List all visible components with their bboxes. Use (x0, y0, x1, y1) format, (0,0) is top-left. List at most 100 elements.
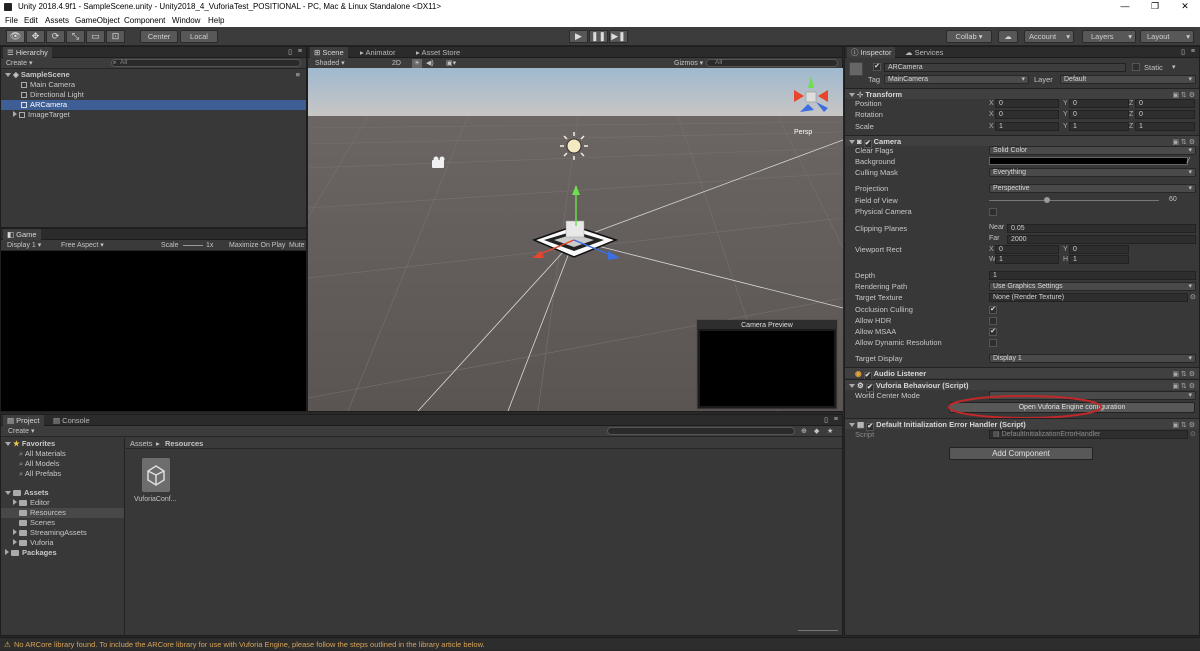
step-button-icon[interactable]: ▶❚ (609, 30, 628, 43)
allow-dynamic-resolution-checkbox[interactable] (989, 339, 997, 347)
eyedropper-icon[interactable]: ⁄ (1188, 156, 1189, 165)
layers-dropdown[interactable]: Layers ▾ (1082, 30, 1136, 43)
viewport-w-field[interactable]: 1 (995, 255, 1059, 264)
rotation-z-field[interactable]: 0 (1135, 110, 1195, 119)
close-button[interactable]: ✕ (1170, 0, 1200, 14)
scale-x-field[interactable]: 1 (995, 122, 1059, 131)
favorite-item[interactable]: ⌕ All Prefabs (1, 469, 124, 479)
object-active-checkbox[interactable]: ✔ (873, 63, 881, 71)
asset-folder-row[interactable]: StreamingAssets (1, 528, 124, 538)
asset-folder-row-selected[interactable]: Resources (1, 508, 124, 518)
breadcrumb-assets[interactable]: Assets (130, 438, 153, 449)
menu-component[interactable]: Component (124, 14, 165, 27)
panel-menu-icon[interactable]: ≡ (298, 48, 302, 55)
audio-listener-header[interactable]: ◉ ✔ Audio Listener ▣ ⇅ ⚙ (845, 367, 1199, 380)
allow-msaa-checkbox[interactable]: ✔ (989, 328, 997, 336)
expand-arrow-icon[interactable] (5, 491, 11, 495)
favorites-row[interactable]: ★ Favorites (1, 439, 124, 449)
hand-tool-icon[interactable]: 👁 (6, 30, 25, 43)
game-scale-slider[interactable] (183, 245, 203, 246)
static-checkbox[interactable] (1132, 63, 1140, 71)
rotate-tool-icon[interactable]: ⟳ (46, 30, 65, 43)
transform-tool-icon[interactable]: ⊡ (106, 30, 125, 43)
panel-lock-icon[interactable]: ▯ (288, 48, 292, 56)
menu-window[interactable]: Window (172, 14, 200, 27)
camera-component-header[interactable]: ◙ ✔ Camera ▣ ⇅ ⚙ (845, 135, 1199, 148)
transform-component-header[interactable]: ⊹ Transform ▣ ⇅ ⚙ (845, 88, 1199, 99)
assets-root-row[interactable]: Assets (1, 488, 124, 498)
rect-tool-icon[interactable]: ▭ (86, 30, 105, 43)
collapsed-arrow-icon[interactable] (13, 539, 17, 545)
favorite-item[interactable]: ⌕ All Models (1, 459, 124, 469)
position-y-field[interactable]: 0 (1069, 99, 1129, 108)
maximize-on-play-toggle[interactable]: Maximize On Play (229, 240, 285, 251)
physical-camera-checkbox[interactable] (989, 208, 997, 216)
filter-by-type-icon[interactable]: ⊕ (801, 426, 807, 437)
viewport-h-field[interactable]: 1 (1069, 255, 1129, 264)
scale-tool-icon[interactable]: ⤡ (66, 30, 85, 43)
viewport-x-field[interactable]: 0 (995, 245, 1059, 254)
collapsed-arrow-icon[interactable] (13, 111, 17, 117)
viewport-y-field[interactable]: 0 (1069, 245, 1129, 254)
project-create-button[interactable]: Create ▾ (8, 426, 34, 437)
menu-help[interactable]: Help (208, 14, 224, 27)
lighting-toggle-icon[interactable]: ☀ (412, 59, 422, 68)
pause-button-icon[interactable]: ❚❚ (589, 30, 608, 43)
account-dropdown[interactable]: Account ▾ (1024, 30, 1074, 43)
hierarchy-search-input[interactable]: All (111, 59, 301, 67)
tab-project[interactable]: ▤ Project (3, 415, 44, 426)
hierarchy-item[interactable]: Main Camera (1, 80, 306, 90)
scene-search-input[interactable]: All (706, 59, 838, 67)
status-bar[interactable]: ⚠ No ARCore library found. To include th… (0, 637, 1200, 650)
hierarchy-create-button[interactable]: Create ▾ (6, 58, 32, 69)
tab-animator[interactable]: ▸ Animator (356, 47, 399, 58)
breadcrumb-resources[interactable]: Resources (165, 438, 203, 449)
scene-menu-icon[interactable]: ≡ (296, 70, 300, 80)
tag-dropdown[interactable]: MainCamera (884, 75, 1029, 84)
fov-value[interactable]: 60 (1169, 196, 1177, 203)
fov-slider-track[interactable] (989, 200, 1159, 201)
occlusion-culling-checkbox[interactable]: ✔ (989, 306, 997, 314)
expand-arrow-icon[interactable] (5, 442, 11, 446)
scene-root-row[interactable]: ◈ SampleScene ≡ (1, 70, 306, 80)
tab-game[interactable]: ◧ Game (3, 229, 41, 240)
collapsed-arrow-icon[interactable] (13, 499, 17, 505)
target-display-dropdown[interactable]: Display 1 (989, 354, 1196, 363)
tab-scene[interactable]: ⊞ Scene (310, 47, 348, 58)
projection-dropdown[interactable]: Perspective (989, 184, 1196, 193)
asset-folder-row[interactable]: Editor (1, 498, 124, 508)
expand-arrow-icon[interactable] (849, 384, 855, 388)
menu-edit[interactable]: Edit (24, 14, 38, 27)
clear-flags-dropdown[interactable]: Solid Color (989, 146, 1196, 155)
menu-assets[interactable]: Assets (45, 14, 69, 27)
tab-services[interactable]: ☁ Services (901, 47, 947, 58)
far-field[interactable]: 2000 (1007, 235, 1196, 244)
collapsed-arrow-icon[interactable] (13, 529, 17, 535)
tab-hierarchy[interactable]: ☰ Hierarchy (3, 47, 52, 58)
expand-arrow-icon[interactable] (5, 73, 11, 77)
target-texture-field[interactable]: None (Render Texture) (989, 293, 1188, 302)
asset-folder-row[interactable]: Vuforia (1, 538, 124, 548)
panel-lock-icon[interactable]: ▯ (1181, 48, 1185, 56)
depth-field[interactable]: 1 (989, 271, 1196, 280)
panel-menu-icon[interactable]: ≡ (834, 416, 838, 423)
minimize-button[interactable]: — (1110, 0, 1140, 14)
object-name-field[interactable]: ARCamera (884, 63, 1126, 72)
object-picker-icon[interactable]: ⊙ (1190, 293, 1196, 301)
asset-file-label[interactable]: VuforiaConf... (134, 496, 177, 503)
game-aspect-dropdown[interactable]: Free Aspect ▾ (61, 240, 104, 251)
fov-slider-thumb[interactable] (1044, 197, 1050, 203)
unity-asset-icon[interactable] (142, 458, 170, 492)
static-chevron-down-icon[interactable]: ▾ (1172, 63, 1176, 71)
collab-button[interactable]: Collab ▾ (946, 30, 992, 43)
favorite-star-icon[interactable]: ★ (827, 426, 833, 437)
menu-file[interactable]: File (5, 14, 18, 27)
tab-inspector[interactable]: ⓘ Inspector (847, 47, 896, 58)
pivot-local-button[interactable]: Local (180, 30, 218, 43)
move-tool-icon[interactable]: ✥ (26, 30, 45, 43)
add-component-button[interactable]: Add Component (949, 447, 1093, 460)
panel-lock-icon[interactable]: ▯ (824, 416, 828, 424)
layer-dropdown[interactable]: Default (1060, 75, 1196, 84)
culling-mask-dropdown[interactable]: Everything (989, 168, 1196, 177)
cloud-icon[interactable]: ☁ (998, 30, 1018, 43)
